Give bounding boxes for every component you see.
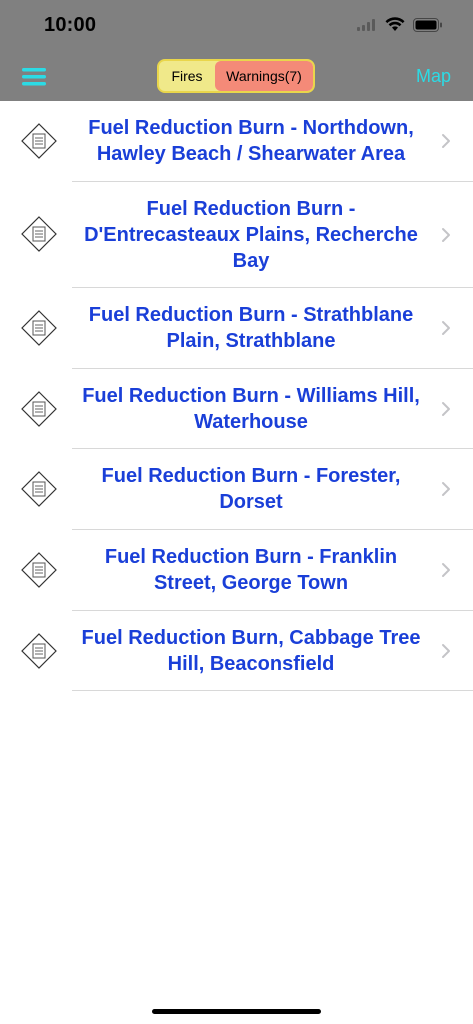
map-button[interactable]: Map: [416, 66, 451, 87]
document-diamond-icon: [21, 123, 57, 159]
fires-warnings-segmented-control: Fires Warnings(7): [157, 59, 315, 93]
tab-fires[interactable]: Fires: [159, 61, 215, 91]
chevron-right-icon: [442, 321, 450, 335]
document-diamond-icon: [21, 552, 57, 588]
nav-bar: Fires Warnings(7) Map: [0, 54, 473, 101]
home-indicator[interactable]: [152, 1009, 321, 1014]
list-item[interactable]: Fuel Reduction Burn - Franklin Street, G…: [0, 530, 473, 611]
warning-title: Fuel Reduction Burn - Williams Hill, Wat…: [82, 385, 420, 433]
chevron-right-icon: [442, 228, 450, 242]
status-bar: 10:00: [0, 0, 473, 54]
tab-warnings[interactable]: Warnings(7): [215, 61, 313, 91]
warning-title: Fuel Reduction Burn - Franklin Street, G…: [104, 546, 398, 594]
cellular-signal-icon: [357, 18, 375, 31]
list-item[interactable]: Fuel Reduction Burn - D'Entrecasteaux Pl…: [0, 182, 473, 288]
battery-icon: [413, 17, 442, 32]
document-diamond-icon: [21, 310, 57, 346]
warning-title: Fuel Reduction Burn - D'Entrecasteaux Pl…: [84, 198, 418, 272]
document-diamond-icon: [21, 633, 57, 669]
chevron-right-icon: [442, 134, 450, 148]
chevron-right-icon: [442, 402, 450, 416]
list-item[interactable]: Fuel Reduction Burn - Northdown, Hawley …: [0, 101, 473, 182]
warning-title: Fuel Reduction Burn - Forester, Dorset: [101, 465, 401, 513]
warning-title: Fuel Reduction Burn - Strathblane Plain,…: [88, 304, 414, 352]
status-icons: [357, 17, 443, 32]
list-item[interactable]: Fuel Reduction Burn - Forester, Dorset: [0, 449, 473, 530]
document-diamond-icon: [21, 216, 57, 252]
warning-title: Fuel Reduction Burn, Cabbage Tree Hill, …: [81, 627, 421, 675]
chevron-right-icon: [442, 563, 450, 577]
hamburger-menu-icon[interactable]: [22, 66, 48, 88]
document-diamond-icon: [21, 391, 57, 427]
list-item[interactable]: Fuel Reduction Burn - Williams Hill, Wat…: [0, 369, 473, 449]
document-diamond-icon: [21, 471, 57, 507]
warnings-list: Fuel Reduction Burn - Northdown, Hawley …: [0, 101, 473, 691]
row-separator: [72, 690, 473, 691]
status-time: 10:00: [44, 14, 97, 36]
list-item[interactable]: Fuel Reduction Burn, Cabbage Tree Hill, …: [0, 611, 473, 691]
warning-title: Fuel Reduction Burn - Northdown, Hawley …: [88, 117, 414, 165]
chevron-right-icon: [442, 644, 450, 658]
chevron-right-icon: [442, 482, 450, 496]
wifi-icon: [385, 17, 405, 31]
list-item[interactable]: Fuel Reduction Burn - Strathblane Plain,…: [0, 288, 473, 369]
